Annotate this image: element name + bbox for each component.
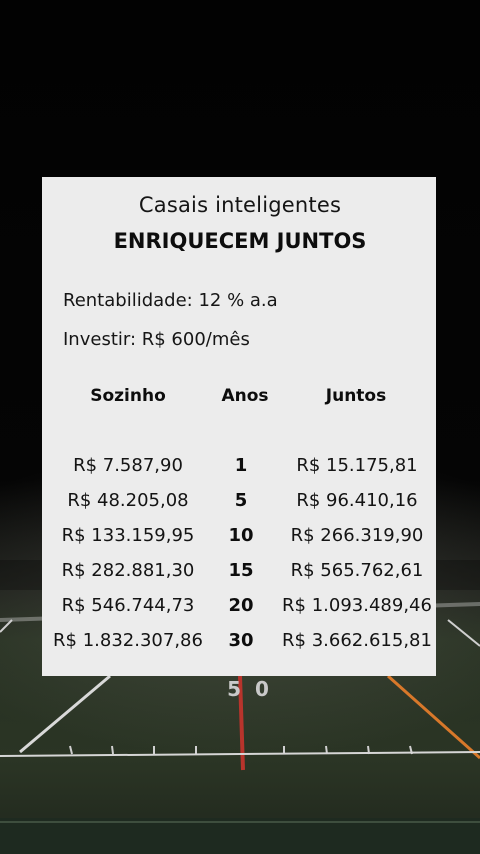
cell-anos: 20 [228, 595, 254, 616]
cell-sozinho: R$ 133.159,95 [61, 525, 195, 546]
card-title: Casais inteligentes [138, 193, 342, 217]
cell-sozinho: R$ 1.832.307,86 [53, 630, 203, 651]
rentabilidade-text: Rentabilidade: 12 % a.a [63, 290, 278, 311]
cell-juntos: R$ 565.762,61 [290, 560, 424, 581]
cell-anos: 30 [228, 630, 254, 651]
table-row: R$ 546.744,73 20 R$ 1.093.489,46 [0, 595, 480, 625]
yard-number: 50 [227, 677, 283, 701]
cell-sozinho: R$ 7.587,90 [73, 455, 183, 476]
cell-juntos: R$ 1.093.489,46 [282, 595, 432, 616]
cell-anos: 15 [228, 560, 254, 581]
card-subtitle: ENRIQUECEM JUNTOS [113, 229, 367, 253]
cell-juntos: R$ 15.175,81 [296, 455, 418, 476]
cell-sozinho: R$ 48.205,08 [67, 490, 189, 511]
table-row: R$ 282.881,30 15 R$ 565.762,61 [0, 560, 480, 590]
cell-juntos: R$ 96.410,16 [296, 490, 418, 511]
cell-anos: 5 [234, 490, 248, 511]
cell-juntos: R$ 266.319,90 [290, 525, 424, 546]
cell-anos: 1 [234, 455, 248, 476]
column-header-juntos: Juntos [325, 386, 387, 406]
column-header-anos: Anos [221, 386, 269, 406]
column-header-sozinho: Sozinho [90, 386, 166, 406]
table-row: R$ 1.832.307,86 30 R$ 3.662.615,81 [0, 630, 480, 660]
table-row: R$ 133.159,95 10 R$ 266.319,90 [0, 525, 480, 555]
investir-text: Investir: R$ 600/mês [63, 329, 250, 350]
table-row: R$ 7.587,90 1 R$ 15.175,81 [0, 455, 480, 485]
table-row: R$ 48.205,08 5 R$ 96.410,16 [0, 490, 480, 520]
cell-juntos: R$ 3.662.615,81 [282, 630, 432, 651]
cell-sozinho: R$ 282.881,30 [61, 560, 195, 581]
cell-sozinho: R$ 546.744,73 [61, 595, 195, 616]
cell-anos: 10 [228, 525, 254, 546]
